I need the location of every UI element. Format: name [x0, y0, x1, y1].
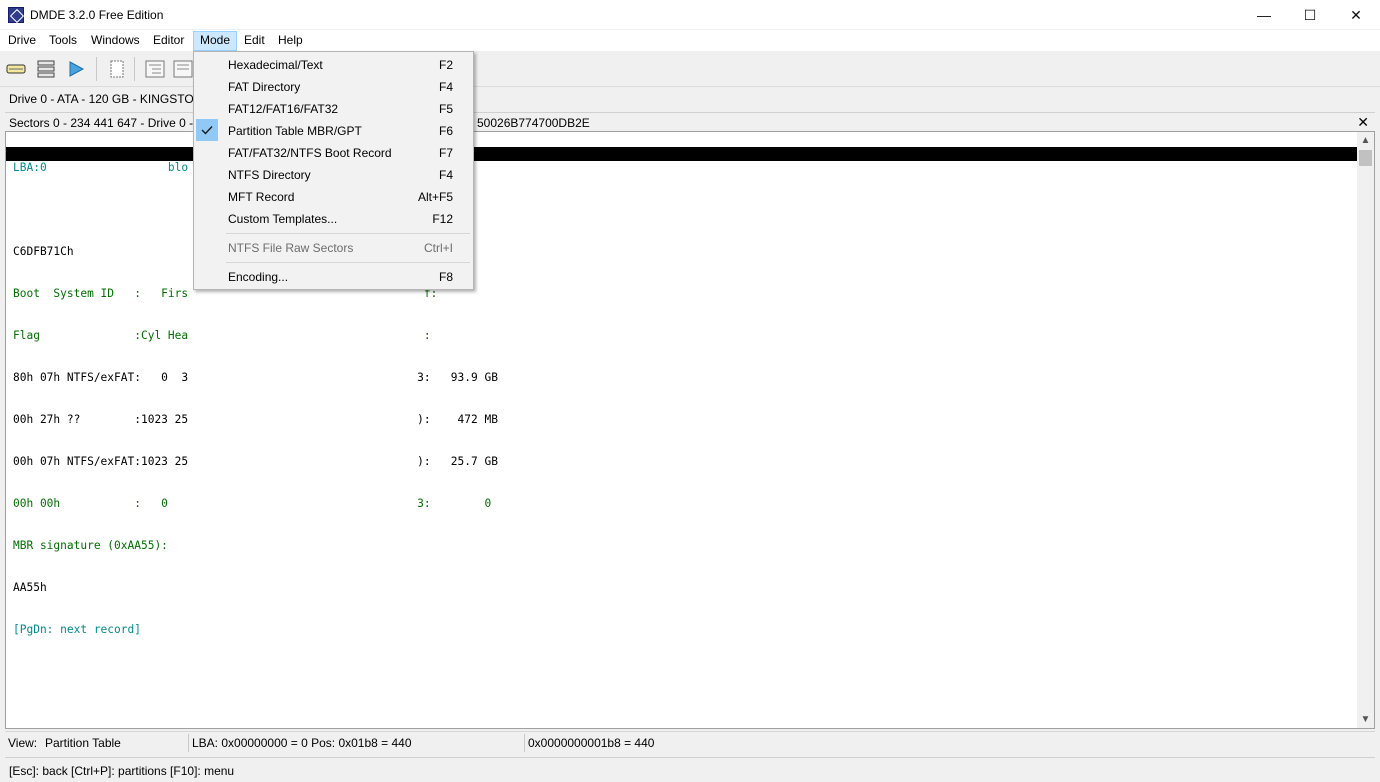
menu-editor[interactable]: Editor — [146, 31, 191, 51]
menu-item-shortcut: F5 — [438, 102, 453, 116]
menu-item-ntfs-raw-sectors: NTFS File Raw Sectors Ctrl+I — [196, 236, 471, 258]
editor-line[interactable]: [PgDn: next record] — [13, 623, 498, 637]
menu-item-shortcut: F8 — [438, 270, 453, 284]
menu-item-partition-table[interactable]: Partition Table MBR/GPT F6 — [196, 119, 471, 141]
menu-item-label: Custom Templates... — [228, 212, 338, 226]
status-bar: View: Partition Table LBA: 0x00000000 = … — [5, 731, 1375, 753]
maximize-button[interactable]: ☐ — [1287, 0, 1333, 30]
menu-item-label: FAT Directory — [228, 80, 301, 94]
menu-item-label: Encoding... — [228, 270, 289, 284]
menu-mode[interactable]: Mode — [193, 31, 238, 51]
vertical-scrollbar[interactable]: ▲ ▼ — [1357, 132, 1374, 728]
view-value: Partition Table — [45, 736, 121, 750]
list-view-icon[interactable] — [172, 59, 194, 79]
editor-line: 80h 07h NTFS/exFAT: 0 3 3: 93.9 GB — [13, 371, 498, 384]
scroll-thumb[interactable] — [1359, 150, 1372, 166]
menu-separator — [226, 262, 470, 263]
menu-tools[interactable]: Tools — [42, 31, 84, 51]
menu-bar: Drive Tools Windows Editor Mode Edit Hel… — [0, 30, 1380, 51]
menu-item-shortcut: F12 — [432, 212, 453, 226]
menu-item-label: NTFS Directory — [228, 168, 311, 182]
scroll-up-icon[interactable]: ▲ — [1357, 132, 1374, 149]
menu-item-label: FAT/FAT32/NTFS Boot Record — [228, 146, 392, 160]
menu-separator — [226, 233, 470, 234]
status-divider — [188, 734, 189, 752]
menu-windows[interactable]: Windows — [84, 31, 147, 51]
menu-edit[interactable]: Edit — [237, 31, 272, 51]
partitions-icon[interactable] — [35, 59, 57, 79]
menu-item-label: Partition Table MBR/GPT — [228, 124, 362, 138]
menu-help[interactable]: Help — [271, 31, 310, 51]
menu-item-hexadecimal-text[interactable]: Hexadecimal/Text F2 — [196, 53, 471, 75]
menu-item-ntfs-directory[interactable]: NTFS Directory F4 — [196, 163, 471, 185]
menu-item-label: MFT Record — [228, 190, 295, 204]
menu-item-fat12-fat16-fat32[interactable]: FAT12/FAT16/FAT32 F5 — [196, 97, 471, 119]
editor-line: Flag :Cyl Hea : — [13, 329, 431, 342]
sector-range-text: Sectors 0 - 234 441 647 - Drive 0 - A — [9, 116, 204, 130]
drive-serial-text: 50026B774700DB2E — [477, 116, 590, 130]
window-title: DMDE 3.2.0 Free Edition — [30, 8, 164, 22]
new-document-icon[interactable] — [106, 59, 128, 79]
checkmark-icon — [196, 119, 218, 141]
menu-item-shortcut: F4 — [438, 80, 453, 94]
close-editor-icon[interactable]: ✕ — [1357, 114, 1369, 131]
menu-item-label: Hexadecimal/Text — [228, 58, 323, 72]
menu-item-encoding[interactable]: Encoding... F8 — [196, 265, 471, 287]
toolbar-separator — [96, 57, 97, 81]
mode-menu-dropdown: Hexadecimal/Text F2 FAT Directory F4 FAT… — [193, 51, 474, 290]
editor-line: MBR signature (0xAA55): — [13, 539, 168, 552]
status-divider — [524, 734, 525, 752]
toolbar-separator — [134, 57, 135, 81]
app-icon — [8, 7, 24, 23]
menu-item-shortcut: F6 — [438, 124, 453, 138]
menu-item-shortcut: Ctrl+I — [423, 241, 453, 255]
directory-tree-icon[interactable] — [144, 59, 166, 79]
menu-item-mft-record[interactable]: MFT Record Alt+F5 — [196, 185, 471, 207]
editor-line: 00h 07h NTFS/exFAT:1023 25 ): 25.7 GB — [13, 455, 498, 468]
editor-line: 00h 00h : 0 3: 0 — [13, 497, 492, 510]
title-bar: DMDE 3.2.0 Free Edition — ☐ ✕ — [0, 0, 1380, 30]
view-label: View: — [8, 736, 38, 750]
lba-position: LBA: 0x00000000 = 0 Pos: 0x01b8 = 440 — [192, 736, 412, 750]
menu-item-custom-templates[interactable]: Custom Templates... F12 — [196, 207, 471, 229]
menu-item-shortcut: F7 — [438, 146, 453, 160]
hint-bar: [Esc]: back [Ctrl+P]: partitions [F10]: … — [5, 757, 1375, 779]
editor-line: 00h 27h ?? :1023 25 ): 472 MB — [13, 413, 498, 426]
drive-info-text: Drive 0 - ATA - 120 GB - KINGSTON — [9, 92, 203, 106]
scroll-down-icon[interactable]: ▼ — [1357, 711, 1374, 728]
minimize-button[interactable]: — — [1241, 0, 1287, 30]
menu-item-shortcut: F4 — [438, 168, 453, 182]
keyboard-hints: [Esc]: back [Ctrl+P]: partitions [F10]: … — [9, 764, 235, 778]
menu-item-boot-record[interactable]: FAT/FAT32/NTFS Boot Record F7 — [196, 141, 471, 163]
menu-drive[interactable]: Drive — [1, 31, 43, 51]
menu-item-shortcut: Alt+F5 — [417, 190, 453, 204]
drive-icon[interactable] — [5, 59, 27, 79]
close-button[interactable]: ✕ — [1333, 0, 1379, 30]
menu-item-label: NTFS File Raw Sectors — [228, 241, 354, 255]
offset-value: 0x0000000001b8 = 440 — [528, 736, 655, 750]
play-icon[interactable] — [65, 59, 87, 79]
menu-item-label: FAT12/FAT16/FAT32 — [228, 102, 339, 116]
menu-item-fat-directory[interactable]: FAT Directory F4 — [196, 75, 471, 97]
menu-item-shortcut: F2 — [438, 58, 453, 72]
editor-line: AA55h — [13, 581, 47, 594]
